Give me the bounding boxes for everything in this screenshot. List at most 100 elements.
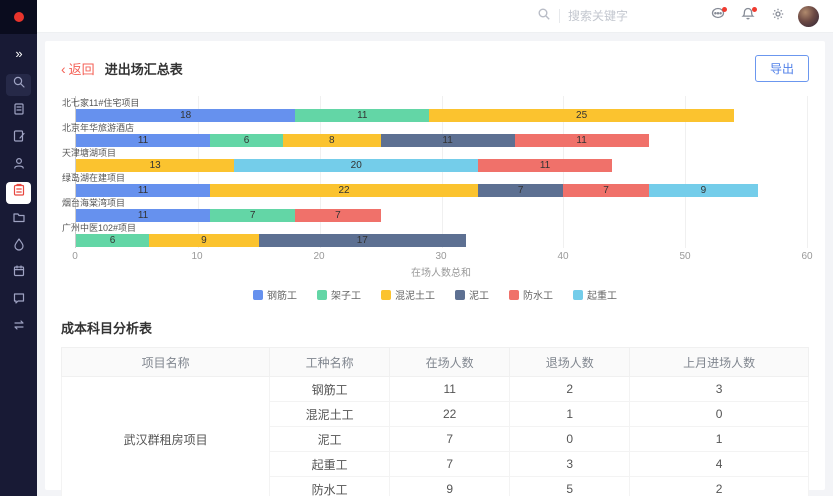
category-label: 烟台海棠湾项目 bbox=[62, 198, 793, 208]
legend-label: 起重工 bbox=[587, 287, 617, 302]
bar-segment[interactable]: 11 bbox=[76, 209, 210, 222]
bar-segment[interactable]: 11 bbox=[381, 134, 515, 147]
column-header: 在场人数 bbox=[390, 348, 510, 377]
legend-swatch bbox=[381, 290, 391, 300]
table-cell: 混泥土工 bbox=[270, 402, 390, 427]
transfer-icon bbox=[12, 318, 26, 337]
bar-segment[interactable]: 11 bbox=[76, 184, 210, 197]
search-input[interactable] bbox=[568, 9, 658, 23]
stacked-bar-chart: 北七家11#住宅项目181125北京年华旅游酒店11681111天津塘湖项目13… bbox=[61, 96, 809, 302]
legend-label: 防水工 bbox=[523, 287, 553, 302]
bar-segment[interactable]: 6 bbox=[76, 234, 149, 247]
stacked-bar: 11681111 bbox=[76, 134, 807, 147]
sidebar-item-transfer[interactable] bbox=[6, 317, 31, 339]
stacked-bar: 181125 bbox=[76, 109, 807, 122]
expand-icon[interactable]: » bbox=[15, 46, 21, 61]
column-header: 项目名称 bbox=[62, 348, 270, 377]
table-cell: 1 bbox=[510, 402, 630, 427]
legend-swatch bbox=[455, 290, 465, 300]
bar-segment[interactable]: 7 bbox=[210, 209, 295, 222]
bar-segment[interactable]: 11 bbox=[76, 134, 210, 147]
legend-item[interactable]: 钢筋工 bbox=[253, 287, 297, 302]
x-axis-ticks: 0102030405060 bbox=[75, 248, 807, 262]
bar-segment[interactable]: 13 bbox=[76, 159, 234, 172]
folder-icon bbox=[12, 210, 26, 229]
legend-item[interactable]: 混泥土工 bbox=[381, 287, 435, 302]
column-header: 退场人数 bbox=[510, 348, 630, 377]
column-header: 工种名称 bbox=[270, 348, 390, 377]
legend-item[interactable]: 架子工 bbox=[317, 287, 361, 302]
legend-swatch bbox=[253, 290, 263, 300]
bar-segment[interactable]: 7 bbox=[563, 184, 648, 197]
table-cell: 2 bbox=[510, 377, 630, 402]
bar-segment[interactable]: 7 bbox=[478, 184, 563, 197]
table-cell: 22 bbox=[390, 402, 510, 427]
message-square-icon bbox=[12, 291, 26, 310]
x-tick-label: 0 bbox=[72, 251, 78, 262]
sidebar-item-attendance[interactable] bbox=[6, 182, 31, 204]
back-button[interactable]: ‹ 返回 bbox=[61, 59, 95, 78]
gridline bbox=[807, 96, 808, 248]
notifications-button[interactable] bbox=[738, 6, 758, 26]
bar-segment[interactable]: 7 bbox=[295, 209, 380, 222]
x-tick-label: 10 bbox=[191, 251, 202, 262]
settings-button[interactable] bbox=[768, 6, 788, 26]
legend-item[interactable]: 防水工 bbox=[509, 287, 553, 302]
project-name-cell: 武汉群租房项目 bbox=[62, 377, 270, 496]
x-tick-label: 40 bbox=[557, 251, 568, 262]
user-icon bbox=[12, 156, 26, 175]
sidebar-item-message[interactable] bbox=[6, 290, 31, 312]
bar-segment[interactable]: 22 bbox=[210, 184, 478, 197]
table-cell: 1 bbox=[630, 427, 809, 452]
chevron-left-icon: ‹ bbox=[61, 61, 66, 77]
sidebar: » bbox=[0, 0, 37, 496]
category-label: 北七家11#住宅项目 bbox=[62, 98, 793, 108]
table-cell: 7 bbox=[390, 427, 510, 452]
stacked-bar: 1122779 bbox=[76, 184, 807, 197]
bar-segment[interactable]: 17 bbox=[259, 234, 466, 247]
legend-label: 钢筋工 bbox=[267, 287, 297, 302]
bar-segment[interactable]: 9 bbox=[649, 184, 759, 197]
table-cell: 7 bbox=[390, 452, 510, 477]
message-button[interactable] bbox=[708, 6, 728, 26]
table-row: 武汉群租房项目钢筋工1123 bbox=[62, 377, 809, 402]
x-tick-label: 50 bbox=[679, 251, 690, 262]
bar-segment[interactable]: 11 bbox=[295, 109, 429, 122]
bar-segment[interactable]: 9 bbox=[149, 234, 259, 247]
category-label: 北京年华旅游酒店 bbox=[62, 123, 793, 133]
export-button[interactable]: 导出 bbox=[755, 55, 809, 82]
document-edit-icon bbox=[12, 129, 26, 148]
bar-segment[interactable]: 18 bbox=[76, 109, 295, 122]
stacked-bar: 132011 bbox=[76, 159, 807, 172]
search-icon bbox=[537, 7, 551, 26]
legend-swatch bbox=[573, 290, 583, 300]
bar-group: 北京年华旅游酒店11681111 bbox=[76, 123, 807, 148]
sidebar-item-document-edit[interactable] bbox=[6, 128, 31, 150]
sidebar-item-user[interactable] bbox=[6, 155, 31, 177]
legend-item[interactable]: 起重工 bbox=[573, 287, 617, 302]
table-cell: 2 bbox=[630, 477, 809, 496]
legend-item[interactable]: 泥工 bbox=[455, 287, 489, 302]
bar-segment[interactable]: 8 bbox=[283, 134, 380, 147]
bar-segment[interactable]: 11 bbox=[515, 134, 649, 147]
bar-segment[interactable]: 20 bbox=[234, 159, 478, 172]
app-logo[interactable] bbox=[0, 0, 37, 34]
legend-label: 混泥土工 bbox=[395, 287, 435, 302]
sidebar-item-search[interactable] bbox=[6, 74, 31, 96]
bar-segment[interactable]: 25 bbox=[429, 109, 734, 122]
page-header: ‹ 返回 进出场汇总表 导出 bbox=[61, 55, 809, 82]
table-cell: 泥工 bbox=[270, 427, 390, 452]
sidebar-item-water[interactable] bbox=[6, 236, 31, 258]
category-label: 天津塘湖项目 bbox=[62, 148, 793, 158]
x-tick-label: 20 bbox=[313, 251, 324, 262]
bar-segment[interactable]: 11 bbox=[478, 159, 612, 172]
app-window: » bbox=[0, 0, 833, 496]
water-drop-icon bbox=[12, 237, 26, 256]
sidebar-item-calendar[interactable] bbox=[6, 263, 31, 285]
bar-segment[interactable]: 6 bbox=[210, 134, 283, 147]
sidebar-item-folder[interactable] bbox=[6, 209, 31, 231]
global-search[interactable] bbox=[537, 7, 658, 26]
user-avatar[interactable] bbox=[798, 6, 819, 27]
sidebar-item-document[interactable] bbox=[6, 101, 31, 123]
legend-label: 泥工 bbox=[469, 287, 489, 302]
